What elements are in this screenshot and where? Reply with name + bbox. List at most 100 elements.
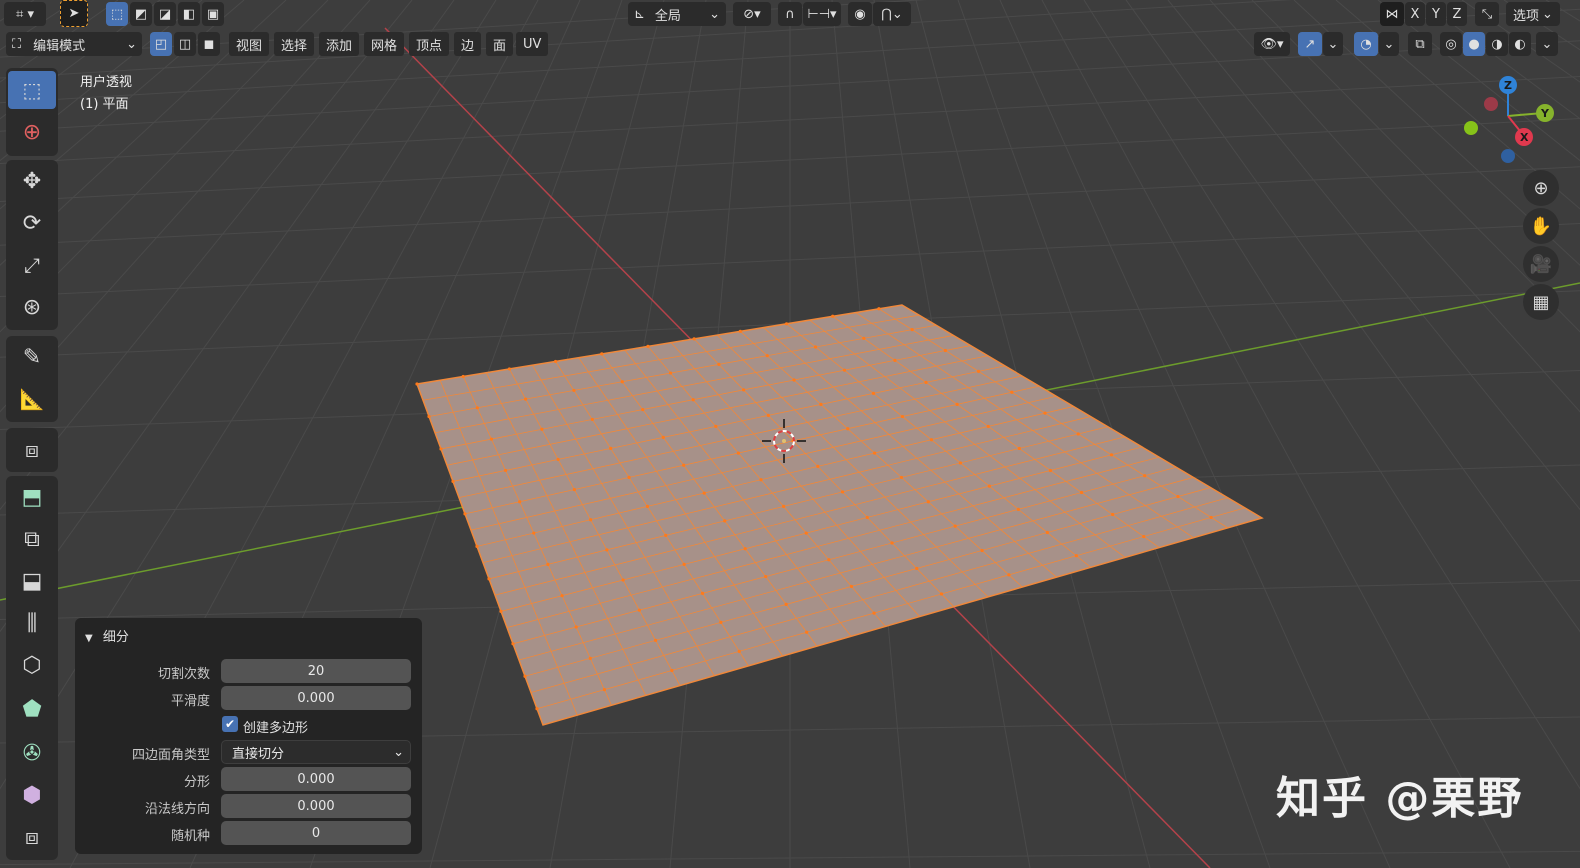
mode-select[interactable]: ⛶ 编辑模式 ⌄ [6,32,142,56]
menu-view[interactable]: 视图 [229,32,270,56]
along-normal-field[interactable]: 0.000 [221,794,411,818]
inset-icon: ⧉ [24,526,40,552]
visibility-select[interactable]: 👁▾ [1254,32,1290,56]
tool-loop-cut[interactable]: ⫼ [8,604,56,642]
mode-intersect-button[interactable]: ▣ [202,2,224,26]
tool-inset[interactable]: ⧉ [8,520,56,558]
tool-move[interactable]: ✥ [8,162,56,200]
overlays-icon: ◔ [1360,36,1372,52]
wireframe-sphere-icon: ◎ [1445,36,1457,52]
smoothness-field[interactable]: 0.000 [221,686,411,710]
select-box-icon: ⬚ [22,78,42,102]
quad-corner-row: 四边面角类型 直接切分 ⌄ [75,740,422,764]
cursor-icon: ⊕ [22,119,42,145]
pivot-point-select[interactable]: ⊘▾ [733,2,771,26]
proportional-edit-toggle[interactable]: ◉ [848,2,872,26]
perspective-toggle-button[interactable]: ▦ [1523,284,1559,320]
panel-header[interactable]: ▼ 细分 [85,626,129,645]
editor-type-button[interactable]: ⌗ ▾ [4,2,46,26]
falloff-select[interactable]: ⋂⌄ [873,2,911,26]
overlays-toggle[interactable]: ◔ [1354,32,1378,56]
plane-mesh-face[interactable] [415,304,1264,726]
menu-add[interactable]: 添加 [319,32,360,56]
gizmo-icon: ↗ [1304,36,1316,52]
tool-knife[interactable]: ⬡ [8,646,56,684]
menu-uv[interactable]: UV [516,32,549,56]
gizmo-dropdown[interactable]: ⌄ [1323,32,1343,56]
quad-corner-select[interactable]: 直接切分 ⌄ [221,740,411,764]
transform-orientation-select[interactable]: ⊾ 全局 ⌄ [628,2,726,26]
tool-transform[interactable]: ⊛ [8,288,56,326]
menu-select[interactable]: 选择 [274,32,315,56]
options-dropdown[interactable]: 选项 ⌄ [1506,2,1560,26]
create-ngons-checkbox[interactable]: ✔ [222,716,238,732]
snap-toggle[interactable]: ∩ [778,2,802,26]
extrude-icon: ⬒ [21,484,43,510]
menu-vertex[interactable]: 顶点 [409,32,450,56]
tool-scale[interactable]: ⤢ [8,246,56,284]
shading-material[interactable]: ◑ [1486,32,1508,56]
xray-toggle[interactable]: ⧉ [1408,32,1432,56]
chevron-down-icon: ⌄ [393,744,404,760]
vertex-select-mode[interactable]: ◰ [150,32,172,56]
shading-dropdown[interactable]: ⌄ [1536,32,1558,56]
overlays-dropdown[interactable]: ⌄ [1379,32,1399,56]
tool-measure[interactable]: 📐 [8,380,56,418]
proportional-edit-icon: ◉ [854,6,866,22]
smooth-icon: ⬢ [22,782,42,808]
tool-add-cube[interactable]: ⧈ [8,431,56,469]
magnet-icon: ∩ [785,6,795,22]
mode-new-button[interactable]: ⬚ [106,2,128,26]
zoom-button[interactable]: ⊕ [1523,170,1559,206]
chevron-down-icon: ⌄ [1541,36,1553,52]
mode-subtract-button[interactable]: ◪ [154,2,176,26]
shading-wireframe[interactable]: ◎ [1440,32,1462,56]
camera-view-button[interactable]: 🎥 [1523,246,1559,282]
select-tool-button[interactable]: ➤ [60,0,88,27]
tool-select-box[interactable]: ⬚ [8,71,56,109]
mode-difference-button[interactable]: ◧ [178,2,200,26]
tool-rotate[interactable]: ⟳ [8,204,56,242]
merge-icon: ⤡ [1481,6,1493,22]
tool-smooth[interactable]: ⬢ [8,776,56,814]
select-difference-icon: ◧ [182,6,196,22]
mirror-x-toggle[interactable]: X [1405,2,1425,26]
snap-target-select[interactable]: ⊢⊣▾ [803,2,841,26]
gizmo-toggle[interactable]: ↗ [1298,32,1322,56]
spin-icon: ✇ [22,740,42,766]
grid-icon: ▦ [1532,291,1550,313]
menu-face[interactable]: 面 [486,32,514,56]
view-name: 用户透视 [80,75,133,90]
chevron-down-icon: ⌄ [126,36,137,52]
shading-solid[interactable]: ● [1463,32,1485,56]
auto-merge-toggle[interactable]: ⤡ [1475,2,1499,26]
face-select-mode[interactable]: ◼ [198,32,220,56]
edge-select-mode[interactable]: ◫ [174,32,196,56]
tool-bevel[interactable]: ⬓ [8,562,56,600]
tool-annotate[interactable]: ✎ [8,338,56,376]
mirror-y-toggle[interactable]: Y [1426,2,1446,26]
move-icon: ✥ [22,168,42,194]
cuts-field[interactable]: 20 [221,659,411,683]
menu-mesh[interactable]: 网格 [364,32,405,56]
tool-poly-build[interactable]: ⬟ [8,690,56,728]
mode-extend-button[interactable]: ◩ [130,2,152,26]
random-seed-field[interactable]: 0 [221,821,411,845]
fractal-field[interactable]: 0.000 [221,767,411,791]
tool-edge-slide[interactable]: ⧈ [8,818,56,856]
edit-mode-icon: ⛶ [12,36,22,52]
knife-icon: ⬡ [22,652,42,678]
mirror-z-toggle[interactable]: Z [1447,2,1467,26]
mirror-options-button[interactable]: ⋈ [1380,2,1404,26]
pan-button[interactable]: ✋ [1523,208,1559,244]
xray-icon: ⧉ [1415,36,1425,52]
chevron-down-icon: ⌄ [1327,36,1339,52]
tool-spin[interactable]: ✇ [8,734,56,772]
smoothness-row: 平滑度 0.000 [75,686,422,710]
menu-edge[interactable]: 边 [454,32,482,56]
zoom-icon: ⊕ [1533,177,1549,199]
shading-rendered[interactable]: ◐ [1509,32,1531,56]
tool-extrude[interactable]: ⬒ [8,478,56,516]
tool-cursor[interactable]: ⊕ [8,113,56,151]
pivot-icon: ⊘▾ [743,6,761,22]
